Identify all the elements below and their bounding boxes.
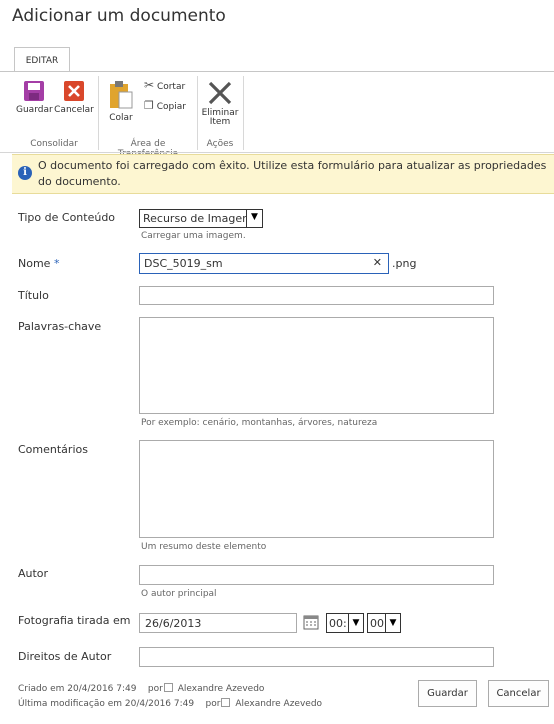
ribbon-save-button[interactable]: Guardar [16, 80, 53, 115]
name-label-text: Nome [18, 257, 51, 270]
ribbon-cut-label: Cortar [156, 82, 186, 92]
rights-input[interactable] [139, 647, 494, 667]
required-mark: * [53, 257, 60, 270]
title-label: Título [18, 289, 49, 302]
ribbon-delete-item-button[interactable]: Eliminar Item [200, 80, 240, 127]
ribbon-copy-button[interactable]: ❐ Copiar [144, 99, 194, 112]
chevron-down-icon: ▼ [348, 614, 363, 632]
group-label-acoes: Ações [206, 139, 234, 149]
content-type-hint: Carregar uma imagem. [141, 231, 246, 241]
save-button[interactable]: Guardar [418, 680, 477, 707]
status-message-text: O documento foi carregado com êxito. Uti… [38, 159, 547, 188]
name-input-value: DSC_5019_sm [144, 257, 223, 270]
ribbon-paste-button[interactable]: Colar [106, 80, 136, 123]
save-icon [24, 81, 44, 101]
hour-select[interactable]: 00: ▼ [326, 613, 364, 633]
modified-by-prefix: por [205, 699, 221, 709]
author-input[interactable] [139, 565, 494, 585]
created-by-prefix: por [147, 684, 163, 694]
ribbon-bottom-border [0, 152, 554, 153]
chevron-down-icon: ▼ [385, 614, 400, 632]
cancel-icon [64, 81, 84, 101]
ribbon-save-label: Guardar [16, 105, 53, 115]
ribbon-copy-label: Copiar [156, 102, 186, 112]
group-divider [243, 76, 244, 150]
info-icon: i [18, 166, 32, 180]
ribbon-cancel-button[interactable]: Cancelar [54, 80, 94, 115]
delete-x-icon [208, 81, 232, 105]
modified-info: Última modificação em 20/4/2016 7:49 por… [18, 698, 322, 709]
group-divider [98, 76, 99, 150]
comments-textarea[interactable] [139, 440, 494, 538]
copy-icon: ❐ [144, 99, 154, 112]
minute-select[interactable]: 00 ▼ [367, 613, 401, 633]
created-info: Criado em 20/4/2016 7:49 por Alexandre A… [18, 683, 264, 694]
rights-label: Direitos de Autor [18, 650, 112, 663]
minute-value: 00 [370, 617, 384, 630]
content-type-label: Tipo de Conteúdo [18, 211, 116, 224]
author-label: Autor [18, 567, 49, 580]
author-hint: O autor principal [141, 589, 217, 599]
created-by-user[interactable]: Alexandre Azevedo [178, 684, 265, 694]
page-title: Adicionar um documento [12, 6, 226, 26]
ribbon-paste-label: Colar [109, 113, 133, 123]
ribbon-top-border [0, 71, 554, 72]
comments-hint: Um resumo deste elemento [141, 542, 267, 552]
ribbon-delete-label-2: Item [209, 117, 231, 127]
clipboard-icon [110, 81, 133, 109]
name-label: Nome * [18, 257, 59, 270]
photo-date-label: Fotografia tirada em [18, 614, 131, 627]
name-extension: .png [392, 257, 417, 270]
clear-icon[interactable]: ✕ [373, 256, 382, 269]
title-input[interactable] [139, 286, 494, 305]
created-text: Criado em 20/4/2016 7:49 [18, 684, 137, 694]
scissors-icon: ✂ [144, 78, 155, 92]
tab-editar[interactable]: EDITAR [14, 47, 70, 72]
cancel-button[interactable]: Cancelar [488, 680, 549, 707]
presence-icon [163, 683, 173, 692]
keywords-hint: Por exemplo: cenário, montanhas, árvores… [141, 418, 378, 428]
comments-label: Comentários [18, 443, 88, 456]
name-input[interactable]: DSC_5019_sm ✕ [139, 253, 389, 274]
hour-value: 00: [329, 617, 347, 630]
calendar-icon[interactable] [303, 614, 319, 630]
keywords-label: Palavras-chave [18, 320, 102, 333]
photo-date-input[interactable]: 26/6/2013 [139, 613, 297, 633]
status-message-bar: i O documento foi carregado com êxito. U… [12, 154, 554, 194]
presence-icon [221, 698, 231, 707]
content-type-select[interactable]: Recurso de Imagem ▼ [139, 209, 263, 228]
photo-date-value: 26/6/2013 [145, 617, 202, 630]
group-divider [197, 76, 198, 150]
ribbon-cut-button[interactable]: ✂ Cortar [144, 78, 194, 92]
chevron-down-icon: ▼ [246, 210, 262, 227]
modified-by-user[interactable]: Alexandre Azevedo [235, 699, 322, 709]
keywords-textarea[interactable] [139, 317, 494, 414]
content-type-value: Recurso de Imagem [143, 212, 253, 225]
group-label-consolidar: Consolidar [30, 139, 78, 149]
ribbon-cancel-label: Cancelar [54, 105, 94, 115]
modified-text: Última modificação em 20/4/2016 7:49 [18, 699, 195, 709]
